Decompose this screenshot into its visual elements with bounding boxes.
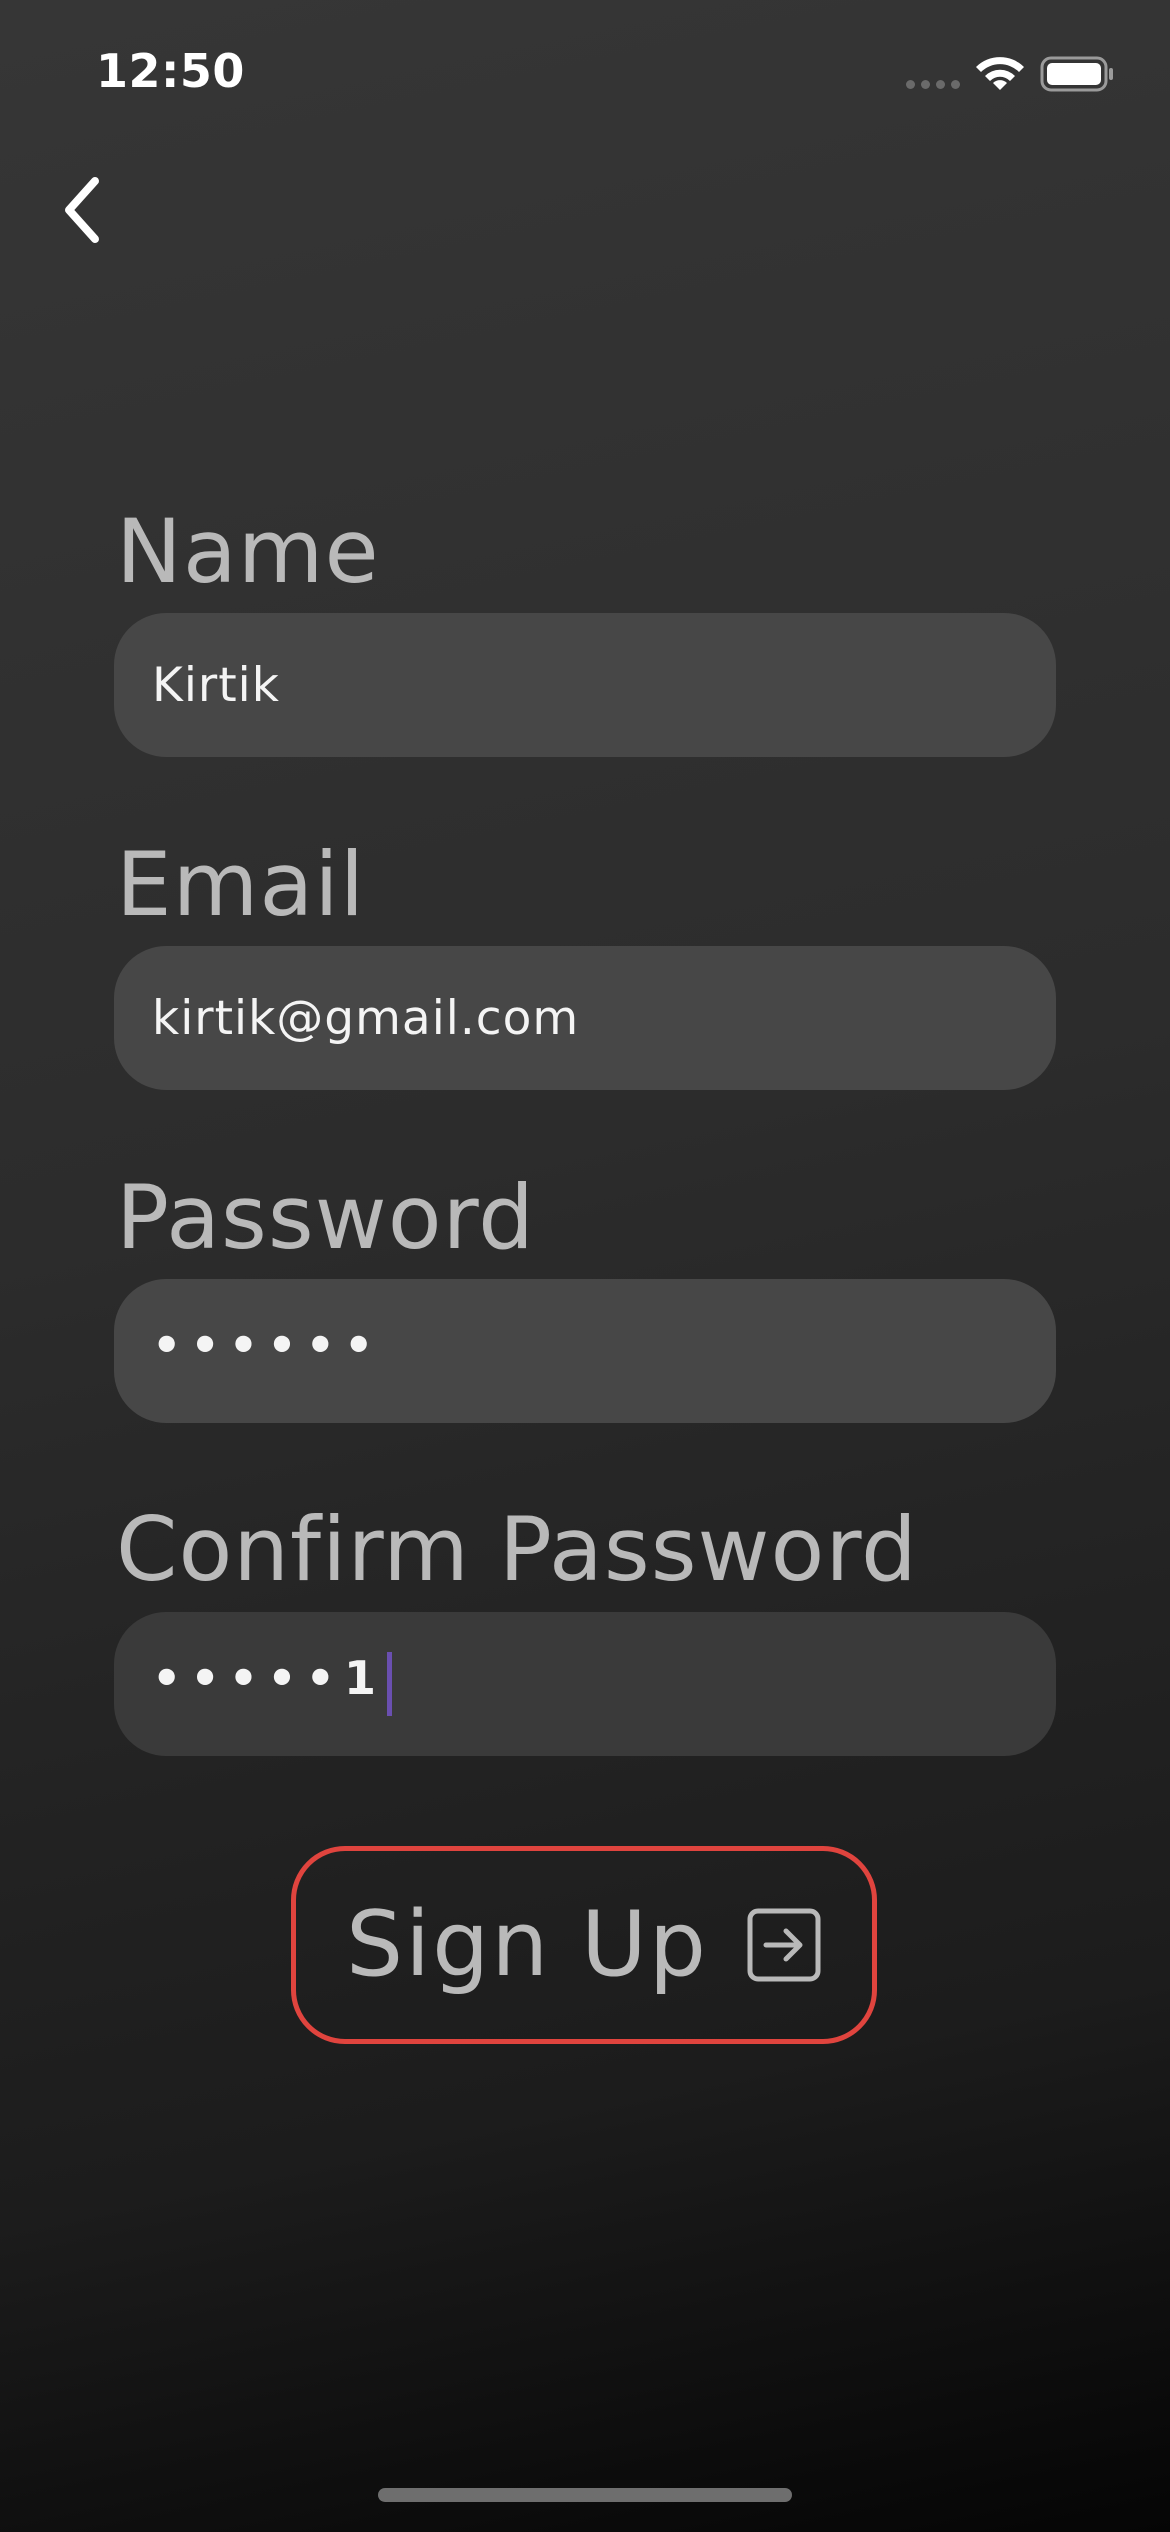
cellular-signal-icon: [906, 80, 960, 90]
battery-icon: [1040, 56, 1113, 92]
name-field-value: Kirtik: [152, 657, 280, 713]
name-label: Name: [116, 500, 380, 603]
arrow-right-square-icon: [747, 1908, 821, 1982]
email-label: Email: [116, 833, 366, 936]
confirm-password-label: Confirm Password: [116, 1498, 918, 1601]
password-field[interactable]: ••••••: [114, 1279, 1056, 1423]
email-field[interactable]: kirtik@gmail.com: [114, 946, 1056, 1090]
home-indicator[interactable]: [378, 2488, 792, 2502]
sign-up-label: Sign Up: [346, 1892, 708, 1997]
back-button[interactable]: [44, 166, 120, 254]
sign-up-button[interactable]: Sign Up: [291, 1846, 877, 2044]
password-field-value: ••••••: [152, 1318, 383, 1372]
password-label: Password: [116, 1166, 536, 1269]
email-field-value: kirtik@gmail.com: [152, 990, 580, 1046]
confirm-password-field[interactable]: •••••1: [114, 1612, 1056, 1756]
wifi-icon: [976, 57, 1024, 90]
status-bar: 12:50: [0, 0, 1170, 150]
chevron-left-icon: [65, 177, 99, 243]
text-cursor: [387, 1652, 393, 1716]
name-field[interactable]: Kirtik: [114, 613, 1056, 757]
confirm-password-field-value: •••••1: [152, 1651, 386, 1705]
status-time: 12:50: [96, 44, 245, 98]
